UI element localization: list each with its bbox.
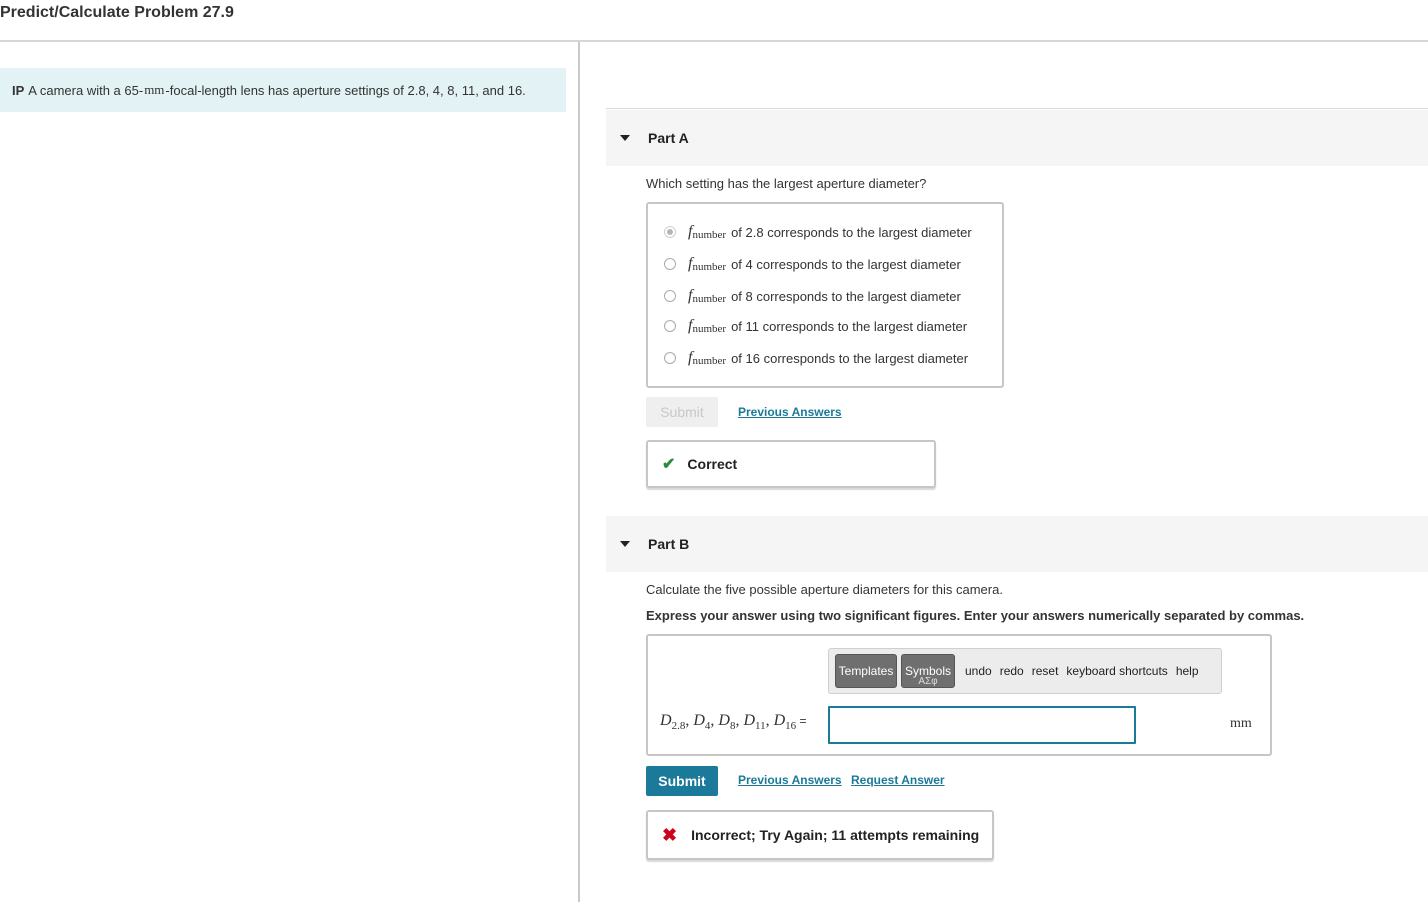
page-title: Predict/Calculate Problem 27.9 [0, 4, 234, 21]
choice-subscript: number [692, 355, 727, 367]
intro-unit: mm [144, 82, 165, 97]
part-b-submit-button[interactable]: Submit [646, 766, 718, 796]
choice-2-8[interactable]: f number of 2.8 corresponds to the large… [664, 222, 972, 242]
choice-11[interactable]: f number of 11 corresponds to the larges… [664, 316, 967, 336]
choice-label: of 4 corresponds to the largest diameter [731, 256, 961, 272]
part-b-answer-box: Templates Symbols ΑΣφ undo redo reset ke… [646, 634, 1272, 756]
choice-subscript: number [692, 261, 727, 273]
intro-text-before: A camera with a 65- [28, 82, 144, 98]
part-b-question: Calculate the five possible aperture dia… [646, 582, 1003, 597]
choice-label: of 8 corresponds to the largest diameter [731, 288, 961, 304]
choice-subscript: number [692, 323, 727, 335]
symbols-glyph: ΑΣφ [918, 676, 938, 687]
part-a-divider [606, 108, 1428, 109]
problem-intro: IP A camera with a 65- mm -focal-length … [0, 68, 566, 112]
part-b-header[interactable]: Part B [606, 516, 1428, 572]
part-a-feedback-text: Correct [687, 456, 738, 472]
part-b-feedback-text: Incorrect; Try Again; 11 attempts remain… [691, 827, 980, 843]
equation-label: D2.8, D4, D8, D11, D16 = [660, 712, 807, 733]
help-button[interactable]: help [1176, 664, 1199, 678]
templates-label: Templates [838, 664, 894, 678]
answer-input[interactable] [828, 706, 1136, 744]
math-toolbar: Templates Symbols ΑΣφ undo redo reset ke… [828, 648, 1222, 694]
keyboard-shortcuts-button[interactable]: keyboard shortcuts [1066, 664, 1167, 678]
title-divider [0, 40, 1428, 42]
collapse-caret-icon[interactable] [620, 135, 630, 141]
part-b-instructions: Express your answer using two significan… [646, 608, 1305, 623]
part-a-submit-button[interactable]: Submit [646, 397, 718, 427]
part-a-label: Part A [648, 130, 689, 146]
choice-label: of 2.8 corresponds to the largest diamet… [731, 224, 972, 240]
column-divider [578, 42, 580, 902]
checkmark-icon: ✔ [662, 456, 676, 473]
choice-label: of 16 corresponds to the largest diamete… [731, 350, 969, 366]
reset-button[interactable]: reset [1032, 664, 1059, 678]
symbols-button[interactable]: Symbols ΑΣφ [901, 654, 955, 688]
radio-button[interactable] [664, 352, 676, 364]
part-a-header[interactable]: Part A [606, 110, 1428, 166]
answer-unit: mm [1230, 716, 1252, 731]
radio-button[interactable] [664, 320, 676, 332]
redo-button[interactable]: redo [1000, 664, 1024, 678]
intro-label: IP [12, 82, 25, 98]
choice-subscript: number [692, 293, 727, 305]
part-a-previous-answers-link[interactable]: Previous Answers [738, 405, 842, 419]
part-a-feedback: ✔ Correct [646, 440, 936, 488]
choice-label: of 11 corresponds to the largest diamete… [731, 318, 968, 334]
choice-8[interactable]: f number of 8 corresponds to the largest… [664, 286, 961, 306]
undo-button[interactable]: undo [965, 664, 992, 678]
part-b-feedback: ✖ Incorrect; Try Again; 11 attempts rema… [646, 810, 994, 860]
request-answer-link[interactable]: Request Answer [851, 773, 945, 787]
part-a-choices: f number of 2.8 corresponds to the large… [646, 202, 1004, 388]
templates-button[interactable]: Templates [835, 654, 897, 688]
intro-text-after: -focal-length lens has aperture settings… [165, 82, 526, 98]
collapse-caret-icon[interactable] [620, 541, 630, 547]
part-a-question: Which setting has the largest aperture d… [646, 176, 927, 191]
choice-subscript: number [692, 229, 727, 241]
choice-4[interactable]: f number of 4 corresponds to the largest… [664, 254, 961, 274]
part-b-label: Part B [648, 536, 690, 552]
part-b-previous-answers-link[interactable]: Previous Answers [738, 773, 842, 787]
radio-button[interactable] [664, 290, 676, 302]
radio-button-selected[interactable] [664, 226, 676, 238]
choice-16[interactable]: f number of 16 corresponds to the larges… [664, 348, 968, 368]
radio-button[interactable] [664, 258, 676, 270]
x-mark-icon: ✖ [662, 824, 678, 845]
